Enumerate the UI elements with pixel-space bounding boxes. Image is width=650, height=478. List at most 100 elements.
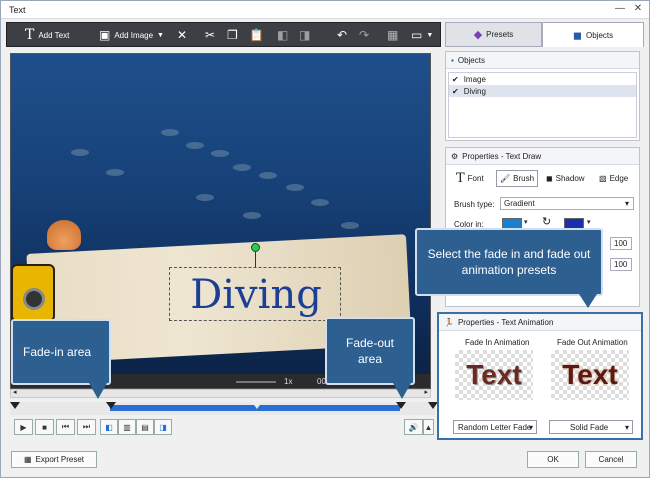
play-button[interactable]: ▶ <box>14 419 33 435</box>
text-animation-header: 🏃 Properties - Text Animation <box>439 314 641 331</box>
redo-icon[interactable]: ↷ <box>359 27 369 43</box>
chevron-down-icon: ▾ <box>528 422 533 432</box>
add-image-button[interactable]: ▣ Add Image ▼ <box>99 27 164 43</box>
fade-out-callout-text: Fade-out area <box>345 336 395 366</box>
text-animation-header-label: Properties - Text Animation <box>457 317 554 327</box>
fade-out-value: Solid Fade <box>570 422 609 432</box>
shadow-icon: ◼ <box>546 174 553 183</box>
fish-shape <box>186 142 204 149</box>
window-title: Text <box>9 5 26 15</box>
right-tabs: ◆ Presets ◼ Objects <box>445 22 644 47</box>
object-item-diving[interactable]: ✔ Diving <box>449 85 636 97</box>
swap-colors-icon[interactable]: ↻ <box>542 215 551 228</box>
copy-icon[interactable]: ❐ <box>227 27 238 43</box>
tab-objects-label: Objects <box>586 30 614 40</box>
export-preset-label: Export Preset <box>35 455 85 464</box>
horizontal-scrollbar[interactable]: ◂ ▸ <box>10 389 431 398</box>
chevron-up-icon: ▲ <box>424 422 433 432</box>
fish-shape <box>161 129 179 136</box>
value-field-2[interactable]: 100 <box>610 258 632 271</box>
close-icon[interactable]: ✕ <box>631 3 645 14</box>
fade-out-marker[interactable] <box>396 402 406 409</box>
objects-icon: ◼ <box>572 29 582 42</box>
bring-forward-icon[interactable]: ◧ <box>277 27 288 43</box>
tab-objects[interactable]: ◼ Objects <box>542 22 644 47</box>
scroll-left-icon[interactable]: ◂ <box>13 388 17 396</box>
monitor-icon[interactable]: ▭ ▼ <box>411 27 433 43</box>
cancel-button[interactable]: Cancel <box>585 451 637 468</box>
text-object[interactable]: Diving <box>169 267 341 321</box>
align-right-button[interactable]: ▤ <box>136 419 154 435</box>
fade-in-select[interactable]: Random Letter Fade ▾ <box>453 420 537 434</box>
add-text-button[interactable]: T Add Text <box>25 27 69 43</box>
presets-icon: ◆ <box>473 29 483 41</box>
grid-icon[interactable]: ▦ <box>387 27 398 43</box>
align-fill-button[interactable]: ◨ <box>154 419 172 435</box>
fish-shape <box>211 150 229 157</box>
text-animation-panel: 🏃 Properties - Text Animation Fade In An… <box>437 312 643 440</box>
fade-out-preview[interactable]: Text <box>551 350 629 400</box>
font-icon: T <box>456 171 465 186</box>
value-field-1[interactable]: 100 <box>610 237 632 250</box>
rotate-handle[interactable] <box>251 243 260 252</box>
stop-icon: ■ <box>42 422 47 432</box>
tab-presets-label: Presets <box>486 30 514 39</box>
fish-shape <box>106 169 124 176</box>
fade-out-callout: Fade-out area <box>325 317 415 385</box>
objects-header: ▪ Objects <box>446 52 639 69</box>
brush-type-value: Gradient <box>504 199 535 208</box>
fade-out-callout-arrow <box>393 383 411 399</box>
ok-button[interactable]: OK <box>527 451 579 468</box>
minimize-icon[interactable]: — <box>613 3 627 14</box>
value-field-1-text: 100 <box>614 239 628 248</box>
volume-dropdown[interactable]: ▲ <box>423 419 434 435</box>
timeline[interactable] <box>10 402 438 415</box>
speed-label: 1x <box>284 377 293 386</box>
text-icon: T <box>25 27 35 43</box>
export-icon: ▦ <box>23 455 32 464</box>
fade-out-preview-text: Text <box>562 359 618 390</box>
fade-in-preview[interactable]: Text <box>455 350 533 400</box>
next-button[interactable]: ⏭ <box>77 419 96 435</box>
scroll-right-icon[interactable]: ▸ <box>424 388 428 396</box>
undo-icon[interactable]: ↶ <box>337 27 347 43</box>
objects-header-label: Objects <box>457 55 485 65</box>
subtab-brush-label: Brush <box>513 174 535 183</box>
subtab-edge-label: Edge <box>609 174 629 183</box>
export-preset-button[interactable]: ▦ Export Preset <box>11 451 97 468</box>
camera-image <box>11 264 55 322</box>
edge-icon: ▧ <box>599 174 607 183</box>
subtab-brush[interactable]: 🖌 Brush <box>496 170 539 187</box>
center-marker[interactable] <box>252 402 262 409</box>
chevron-down-icon: ▾ <box>524 219 528 226</box>
cut-icon[interactable]: ✂ <box>205 27 215 43</box>
prev-button[interactable]: ⏮ <box>56 419 75 435</box>
subtab-shadow[interactable]: ◼ Shadow <box>546 170 585 187</box>
fade-in-value: Random Letter Fade <box>458 422 532 432</box>
timeline-start-marker[interactable] <box>10 402 20 409</box>
rotate-handle-line <box>255 251 256 267</box>
align-left-button[interactable]: ◧ <box>100 419 118 435</box>
volume-button[interactable]: 🔊 <box>404 419 423 435</box>
fade-in-callout-text: Fade-in area <box>23 345 92 359</box>
fade-out-select[interactable]: Solid Fade ▾ <box>549 420 633 434</box>
text-draw-header-label: Properties - Text Draw <box>462 151 542 161</box>
paste-icon[interactable]: 📋 <box>249 27 264 43</box>
fade-in-marker[interactable] <box>106 402 116 409</box>
ok-label: OK <box>547 455 559 464</box>
align-center-button[interactable]: ▥ <box>118 419 136 435</box>
delete-icon[interactable]: ✕ <box>177 27 187 43</box>
fish-shape <box>243 212 261 219</box>
stop-button[interactable]: ■ <box>35 419 54 435</box>
subtab-edge[interactable]: ▧ Edge <box>599 170 628 187</box>
subtab-font[interactable]: T Font <box>456 170 484 187</box>
speed-slider[interactable] <box>236 381 276 383</box>
toolbar: T Add Text ▣ Add Image ▼ ✕ ✂ ❐ 📋 ◧ ◨ ↶ ↷… <box>6 22 441 47</box>
object-item-image[interactable]: ✔ Image <box>449 73 636 85</box>
send-backward-icon[interactable]: ◨ <box>299 27 310 43</box>
tab-presets[interactable]: ◆ Presets <box>445 22 542 47</box>
presets-callout-text: Select the fade in and fade out animatio… <box>427 247 591 277</box>
brush-type-select[interactable]: Gradient ▾ <box>500 197 634 210</box>
align-right-icon: ▤ <box>141 422 149 432</box>
checkmark-icon: ✔ <box>452 86 459 96</box>
